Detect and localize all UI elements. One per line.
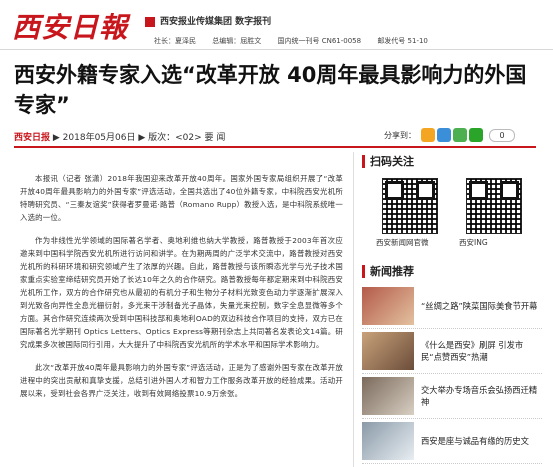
article-info-bar: 西安日报 ▶ 2018年05月06日 ▶ 版次：<02> 要 闻 分享到： 0 xyxy=(14,128,536,148)
masthead: 西安日報 西安报业传媒集团 数字报刊 社长：夏泽民 总编辑：屈胜文 国内统一刊号… xyxy=(0,0,553,50)
qr-code-icon xyxy=(466,178,522,234)
news-thumbnail[interactable] xyxy=(362,422,414,460)
news-thumbnail[interactable] xyxy=(362,332,414,370)
news-section-title: 新闻推荐 xyxy=(370,265,414,278)
qr-caption: 西安ING xyxy=(459,238,488,247)
share-toolbar: 分享到： 0 xyxy=(384,128,515,142)
article-source-link[interactable]: 西安日报 xyxy=(14,133,50,143)
news-item[interactable]: 西安是座与诚品有缘的历史文 xyxy=(362,419,542,464)
masthead-meta: 社长：夏泽民 总编辑：屈胜文 国内统一刊号 CN61-0058 邮发代号 51-… xyxy=(154,36,442,46)
meta-president: 社长：夏泽民 xyxy=(154,37,196,45)
qr-codes xyxy=(382,178,542,234)
xian-daily-logo[interactable]: 西安日報 xyxy=(12,6,128,46)
share-label: 分享到： xyxy=(384,130,416,140)
news-thumbnail[interactable] xyxy=(362,377,414,415)
meta-issn: 国内统一刊号 CN61-0058 xyxy=(277,37,362,45)
article-info: 西安日报 ▶ 2018年05月06日 ▶ 版次：<02> 要 闻 xyxy=(14,130,225,143)
qr-caption: 西安新闻网官微 xyxy=(376,238,429,247)
news-section-header: 新闻推荐 xyxy=(362,262,542,280)
section-marker xyxy=(362,154,365,168)
qr-section-title: 扫码关注 xyxy=(370,155,414,168)
news-link[interactable]: 西安是座与诚品有缘的历史文 xyxy=(421,435,539,447)
article-title: 西安外籍专家入选“改革开放 40周年最具影响力的外国专家” xyxy=(14,63,527,117)
news-thumbnail[interactable] xyxy=(362,287,414,325)
qr-captions: 西安新闻网官微 西安ING xyxy=(376,237,542,248)
qr-section-header: 扫码关注 xyxy=(362,152,542,170)
article-paragraph: 本报讯（记者 张潇）2018年我国迎来改革开放40周年。国家外国专家局组织开展了… xyxy=(20,174,343,222)
section-marker xyxy=(362,264,365,278)
sidebar: 扫码关注 西安新闻网官微 西安ING 新闻推荐 “丝绸之路”陕菜国际美食节开幕 … xyxy=(362,152,542,464)
news-item[interactable]: 《什么是西安》刷屏 引发市民“点赞西安”热潮 xyxy=(362,329,542,374)
news-list: “丝绸之路”陕菜国际美食节开幕 《什么是西安》刷屏 引发市民“点赞西安”热潮 交… xyxy=(362,284,542,464)
article-paragraph: 此次“改革开放40周年最具影响力的外国专家”评选活动，正是为了感谢外国专家在改革… xyxy=(20,363,343,398)
meta-editor: 总编辑：屈胜文 xyxy=(212,37,262,45)
article-paragraph: 作为非线性光学领域的国际著名学者、奥地利维也纳大学教授，路普教授于2003年首次… xyxy=(20,236,343,349)
qr-code-icon xyxy=(382,178,438,234)
news-link[interactable]: “丝绸之路”陕菜国际美食节开幕 xyxy=(421,300,539,312)
article-date-page: ▶ 2018年05月06日 ▶ 版次：<02> 要 闻 xyxy=(52,133,226,143)
article-body: 本报讯（记者 张潇）2018年我国迎来改革开放40周年。国家外国专家局组织开展了… xyxy=(14,152,354,467)
qzone-share-icon[interactable] xyxy=(437,128,451,142)
group-title: 西安报业传媒集团 数字报刊 xyxy=(160,17,272,27)
weibo-share-icon[interactable] xyxy=(421,128,435,142)
news-item[interactable]: “丝绸之路”陕菜国际美食节开幕 xyxy=(362,284,542,329)
news-link[interactable]: 《什么是西安》刷屏 引发市民“点赞西安”热潮 xyxy=(421,339,539,363)
douban-share-icon[interactable] xyxy=(453,128,467,142)
group-seal-icon xyxy=(145,17,155,27)
share-count: 0 xyxy=(489,128,515,142)
wechat-share-icon[interactable] xyxy=(469,128,483,142)
news-item[interactable]: 交大举办专场音乐会弘扬西迁精神 xyxy=(362,374,542,419)
meta-postal: 邮发代号 51-10 xyxy=(377,37,428,45)
news-link[interactable]: 交大举办专场音乐会弘扬西迁精神 xyxy=(421,384,539,408)
